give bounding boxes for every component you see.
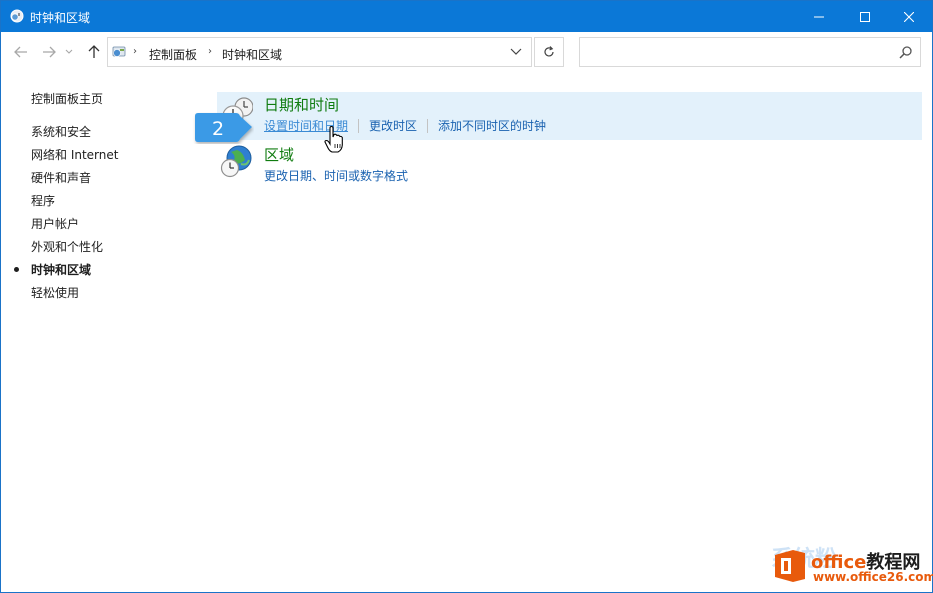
- sidebar-item-programs[interactable]: 程序: [31, 192, 55, 209]
- breadcrumb-separator: ›: [208, 46, 212, 57]
- maximize-button[interactable]: [842, 1, 888, 32]
- close-icon: [904, 11, 914, 22]
- step-number: 2: [212, 118, 224, 140]
- sidebar-item-appearance[interactable]: 外观和个性化: [31, 238, 103, 255]
- up-button[interactable]: [83, 42, 105, 62]
- maximize-icon: [860, 11, 870, 22]
- refresh-icon: [544, 46, 554, 57]
- watermark-url: www.office26.com: [813, 570, 933, 584]
- forward-button[interactable]: [38, 42, 60, 62]
- minimize-button[interactable]: [796, 1, 842, 32]
- link-divider: [427, 118, 429, 133]
- category-links: 更改日期、时间或数字格式: [264, 167, 408, 184]
- control-panel-window: 时钟和区域 › 控制面板 › 时钟和区域 控制面板主页 系统和安全 网络和 In…: [0, 0, 933, 593]
- sidebar-item-system-security[interactable]: 系统和安全: [31, 123, 91, 140]
- category-title-date-time[interactable]: 日期和时间: [264, 94, 339, 115]
- office-logo-icon: [775, 550, 805, 582]
- address-bar[interactable]: › 控制面板 › 时钟和区域: [107, 37, 532, 67]
- recent-locations-button[interactable]: [62, 42, 76, 62]
- sidebar-item-clock-region[interactable]: 时钟和区域: [31, 261, 91, 278]
- minimize-icon: [814, 16, 824, 17]
- back-button[interactable]: [10, 42, 32, 62]
- link-divider: [358, 118, 360, 133]
- chevron-down-icon: [510, 48, 522, 55]
- sidebar-home-link[interactable]: 控制面板主页: [31, 90, 103, 107]
- search-icon: [899, 46, 912, 59]
- control-panel-icon: [112, 46, 126, 57]
- navigation-bar: › 控制面板 › 时钟和区域: [1, 32, 932, 72]
- category-links: 设置时间和日期 更改时区 添加不同时区的时钟: [264, 117, 546, 134]
- title-bar: 时钟和区域: [1, 1, 932, 32]
- step-callout: 2: [195, 113, 252, 142]
- sidebar-item-ease-of-access[interactable]: 轻松使用: [31, 284, 79, 301]
- breadcrumb-clock-region[interactable]: 时钟和区域: [222, 46, 282, 63]
- category-date-time: 日期和时间 设置时间和日期 更改时区 添加不同时区的时钟: [217, 92, 922, 140]
- window-title: 时钟和区域: [30, 11, 91, 25]
- arrow-right-icon: [43, 46, 56, 58]
- change-formats-link[interactable]: 更改日期、时间或数字格式: [264, 167, 408, 184]
- clock-globe-icon: [10, 9, 24, 23]
- chevron-down-icon: [65, 49, 73, 54]
- globe-clock-icon: [220, 145, 252, 178]
- arrow-up-icon: [88, 45, 100, 58]
- category-title-region[interactable]: 区域: [264, 144, 294, 165]
- change-timezone-link[interactable]: 更改时区: [369, 117, 417, 134]
- main-content: 日期和时间 设置时间和日期 更改时区 添加不同时区的时钟 区域 更改日期、时间或…: [201, 72, 932, 592]
- add-clocks-link[interactable]: 添加不同时区的时钟: [438, 117, 546, 134]
- category-region: 区域 更改日期、时间或数字格式: [217, 142, 922, 190]
- address-dropdown-button[interactable]: [510, 46, 522, 60]
- breadcrumb-separator: ›: [133, 46, 137, 57]
- search-box[interactable]: [579, 37, 921, 67]
- breadcrumb-control-panel[interactable]: 控制面板: [149, 46, 197, 63]
- hand-cursor-icon: [324, 126, 343, 153]
- active-bullet: [14, 267, 19, 272]
- sidebar-item-user-accounts[interactable]: 用户帐户: [31, 215, 79, 232]
- arrow-left-icon: [14, 46, 27, 58]
- close-button[interactable]: [886, 1, 932, 32]
- sidebar-item-network-internet[interactable]: 网络和 Internet: [31, 146, 118, 163]
- search-input[interactable]: [586, 38, 886, 64]
- refresh-button[interactable]: [534, 37, 564, 67]
- sidebar-item-hardware-sound[interactable]: 硬件和声音: [31, 169, 91, 186]
- sidebar: 控制面板主页 系统和安全 网络和 Internet 硬件和声音 程序 用户帐户 …: [1, 72, 201, 592]
